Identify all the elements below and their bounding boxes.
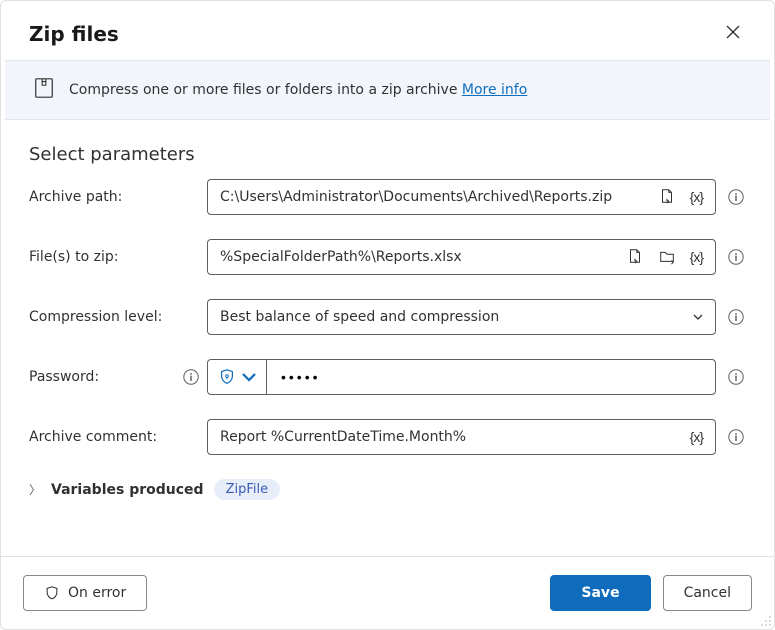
select-file-button[interactable] (654, 183, 680, 212)
file-arrow-icon (626, 247, 644, 265)
files-to-zip-input[interactable] (220, 249, 622, 265)
row-files-to-zip: File(s) to zip: {x} (29, 239, 746, 275)
info-icon[interactable] (726, 247, 746, 267)
compression-level-value: Best balance of speed and compression (220, 309, 499, 325)
archive-comment-field[interactable]: {x} (207, 419, 716, 455)
variable-picker-button[interactable]: {x} (686, 245, 707, 269)
save-button[interactable]: Save (550, 575, 650, 611)
titlebar: Zip files (1, 1, 774, 60)
label-archive-comment: Archive comment: (29, 429, 207, 445)
label-compression-level: Compression level: (29, 309, 207, 325)
section-heading: Select parameters (29, 144, 746, 165)
select-folder-button[interactable] (654, 243, 680, 272)
zip-files-dialog: Zip files Compress one or more files or … (0, 0, 775, 630)
variable-picker-button[interactable]: {x} (686, 185, 707, 209)
on-error-button[interactable]: On error (23, 575, 147, 611)
close-button[interactable] (720, 19, 746, 48)
variable-picker-button[interactable]: {x} (686, 425, 707, 449)
info-icon[interactable] (726, 307, 746, 327)
compression-level-select[interactable]: Best balance of speed and compression (207, 299, 716, 335)
braces-icon: {x} (690, 429, 703, 445)
label-archive-path: Archive path: (29, 189, 207, 205)
file-arrow-icon (658, 187, 676, 205)
resize-grip-icon[interactable] (758, 613, 772, 627)
info-icon[interactable] (181, 367, 201, 387)
chevron-down-icon (691, 310, 705, 324)
braces-icon: {x} (690, 249, 703, 265)
row-archive-comment: Archive comment: {x} (29, 419, 746, 455)
variables-produced-label: Variables produced (51, 482, 204, 498)
chevron-right-icon: 〉 (29, 481, 41, 498)
info-icon[interactable] (726, 187, 746, 207)
archive-path-field[interactable]: {x} (207, 179, 716, 215)
select-file-button[interactable] (622, 243, 648, 272)
zip-archive-icon (33, 77, 55, 103)
archive-path-input[interactable] (220, 189, 654, 205)
files-to-zip-field[interactable]: {x} (207, 239, 716, 275)
label-files-to-zip: File(s) to zip: (29, 249, 207, 265)
shield-outline-icon (44, 585, 60, 601)
label-password: Password: (29, 369, 99, 385)
chevron-down-icon (240, 368, 258, 386)
content-area: Select parameters Archive path: {x} (1, 120, 774, 556)
archive-comment-input[interactable] (220, 429, 686, 445)
info-banner: Compress one or more files or folders in… (5, 60, 770, 120)
footer: On error Save Cancel (1, 556, 774, 629)
info-icon[interactable] (726, 367, 746, 387)
close-icon (726, 25, 740, 39)
row-compression-level: Compression level: Best balance of speed… (29, 299, 746, 335)
row-archive-path: Archive path: {x} (29, 179, 746, 215)
shield-icon (218, 368, 236, 386)
info-icon[interactable] (726, 427, 746, 447)
password-field[interactable] (207, 359, 716, 395)
cancel-button[interactable]: Cancel (663, 575, 752, 611)
variables-produced-row[interactable]: 〉 Variables produced ZipFile (29, 479, 746, 500)
dialog-title: Zip files (29, 22, 119, 46)
password-mode-dropdown[interactable] (208, 360, 267, 394)
variable-pill[interactable]: ZipFile (214, 479, 281, 500)
banner-text: Compress one or more files or folders in… (69, 82, 527, 98)
folder-arrow-icon (658, 247, 676, 265)
braces-icon: {x} (690, 189, 703, 205)
row-password: Password: (29, 359, 746, 395)
more-info-link[interactable]: More info (462, 82, 527, 98)
password-input[interactable] (279, 368, 703, 386)
